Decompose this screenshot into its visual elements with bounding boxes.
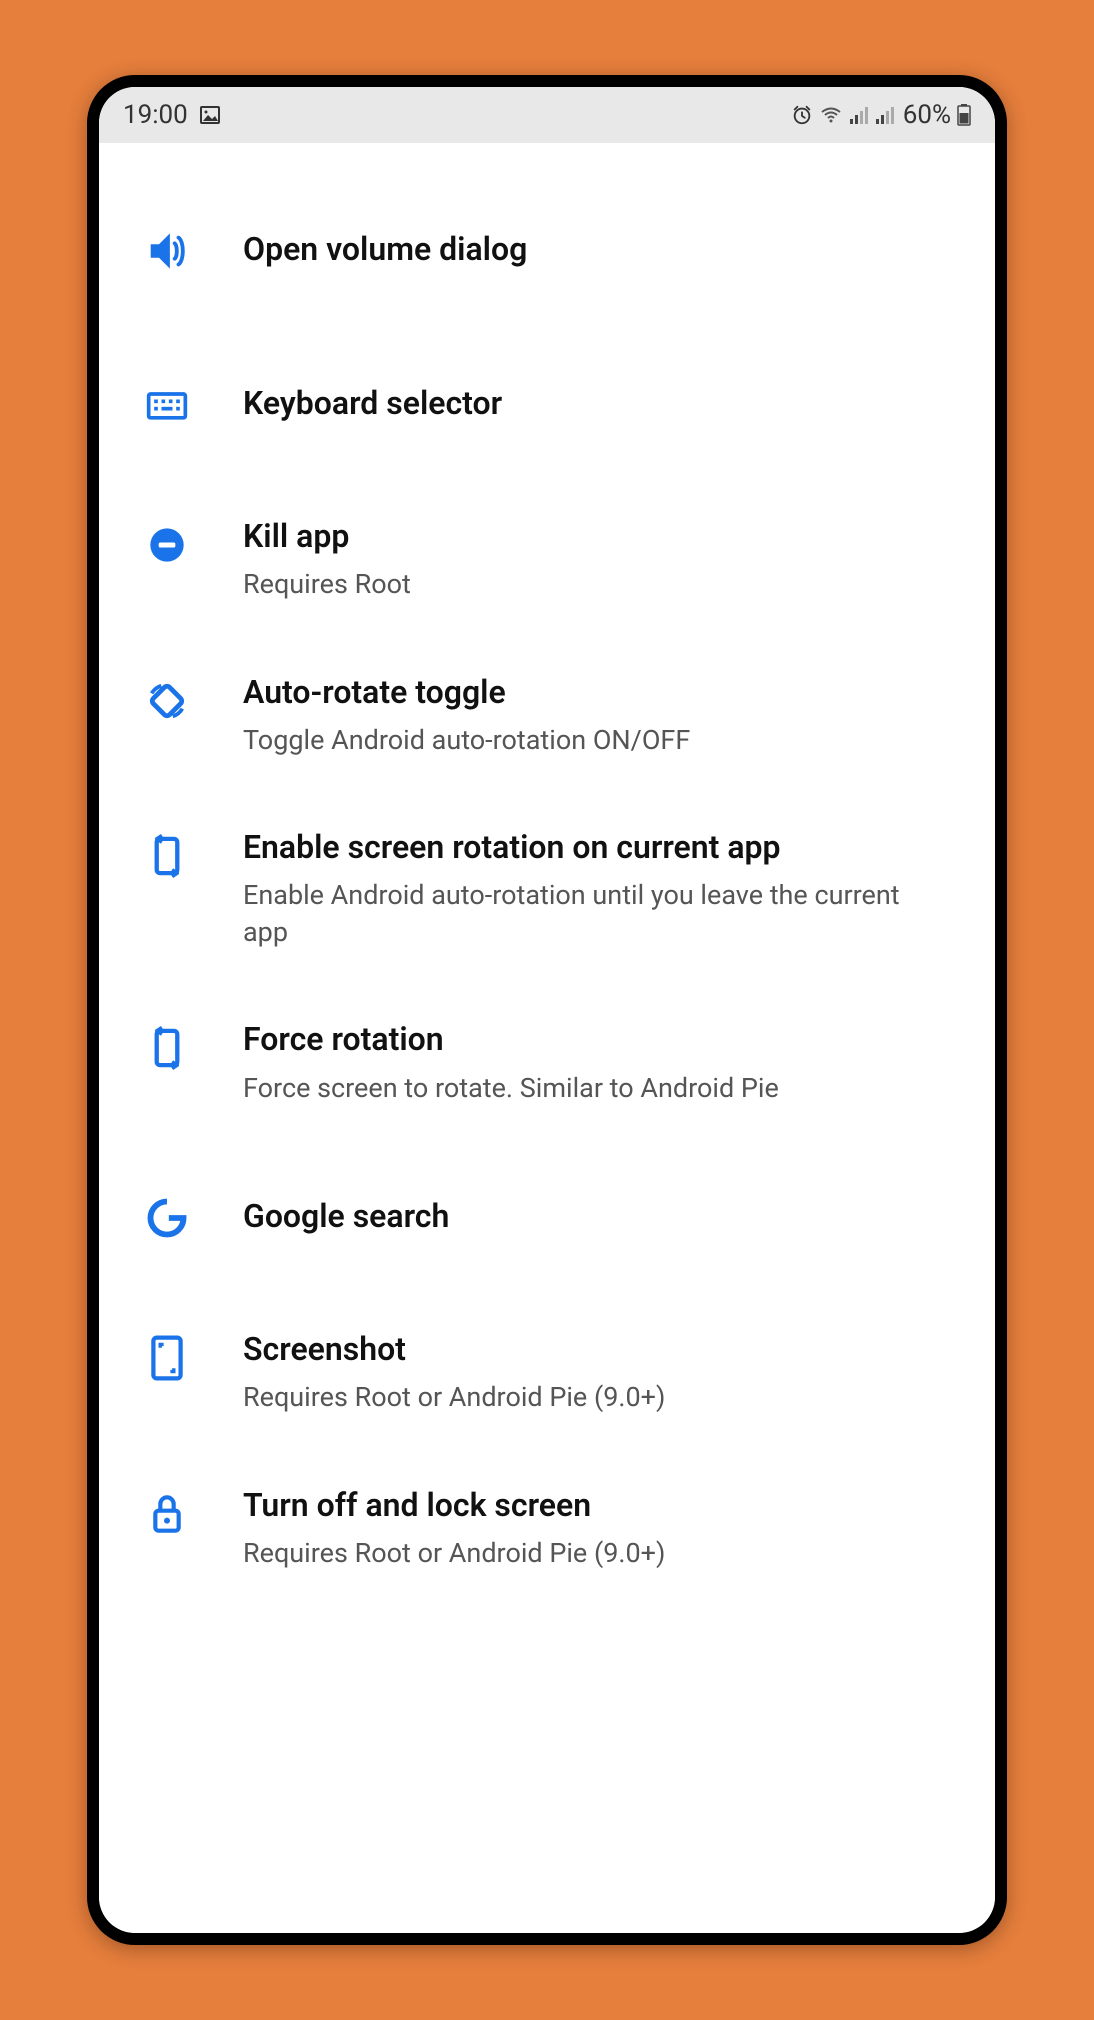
screenshot-icon	[139, 1330, 195, 1386]
item-title: Screenshot	[243, 1328, 943, 1371]
item-title: Turn off and lock screen	[243, 1484, 943, 1527]
item-title: Auto-rotate toggle	[243, 671, 943, 714]
item-screenshot[interactable]: Screenshot Requires Root or Android Pie …	[99, 1294, 995, 1450]
rotate-app-icon	[139, 1020, 195, 1076]
phone-screen: 19:00 60%	[99, 87, 995, 1933]
signal-icon-2	[875, 105, 895, 125]
item-title: Kill app	[243, 515, 943, 558]
minus-circle-icon	[139, 517, 195, 573]
item-enable-rotation-current-app[interactable]: Enable screen rotation on current app En…	[99, 792, 995, 984]
item-title: Keyboard selector	[243, 382, 943, 425]
keyboard-icon	[139, 377, 195, 433]
battery-text: 60%	[903, 100, 951, 130]
item-turn-off-lock-screen[interactable]: Turn off and lock screen Requires Root o…	[99, 1450, 995, 1606]
signal-icon-1	[849, 105, 869, 125]
phone-frame: 19:00 60%	[87, 75, 1007, 1945]
lock-icon	[139, 1486, 195, 1542]
rotate-icon	[139, 673, 195, 729]
item-title: Open volume dialog	[243, 228, 943, 271]
alarm-icon	[791, 104, 813, 126]
wifi-icon	[819, 103, 843, 127]
status-bar-right: 60%	[791, 100, 971, 130]
item-subtitle: Requires Root or Android Pie (9.0+)	[243, 1379, 943, 1415]
status-bar: 19:00 60%	[99, 87, 995, 143]
item-title: Google search	[243, 1195, 943, 1238]
item-subtitle: Enable Android auto-rotation until you l…	[243, 877, 943, 950]
status-bar-left: 19:00	[123, 100, 222, 130]
volume-icon	[139, 223, 195, 279]
status-time: 19:00	[123, 100, 188, 130]
image-indicator-icon	[198, 103, 222, 127]
item-kill-app[interactable]: Kill app Requires Root	[99, 481, 995, 637]
battery-icon	[957, 104, 971, 126]
item-open-volume-dialog[interactable]: Open volume dialog	[99, 173, 995, 327]
item-subtitle: Requires Root or Android Pie (9.0+)	[243, 1535, 943, 1571]
item-force-rotation[interactable]: Force rotation Force screen to rotate. S…	[99, 984, 995, 1140]
google-icon	[139, 1190, 195, 1246]
item-keyboard-selector[interactable]: Keyboard selector	[99, 327, 995, 481]
item-title: Enable screen rotation on current app	[243, 826, 943, 869]
item-subtitle: Force screen to rotate. Similar to Andro…	[243, 1070, 943, 1106]
rotate-app-icon	[139, 828, 195, 884]
item-google-search[interactable]: Google search	[99, 1140, 995, 1294]
item-subtitle: Toggle Android auto-rotation ON/OFF	[243, 722, 943, 758]
item-subtitle: Requires Root	[243, 566, 943, 602]
item-auto-rotate-toggle[interactable]: Auto-rotate toggle Toggle Android auto-r…	[99, 637, 995, 793]
item-title: Force rotation	[243, 1018, 943, 1061]
settings-list: Open volume dialog Keyboard selector Kil…	[99, 143, 995, 1933]
